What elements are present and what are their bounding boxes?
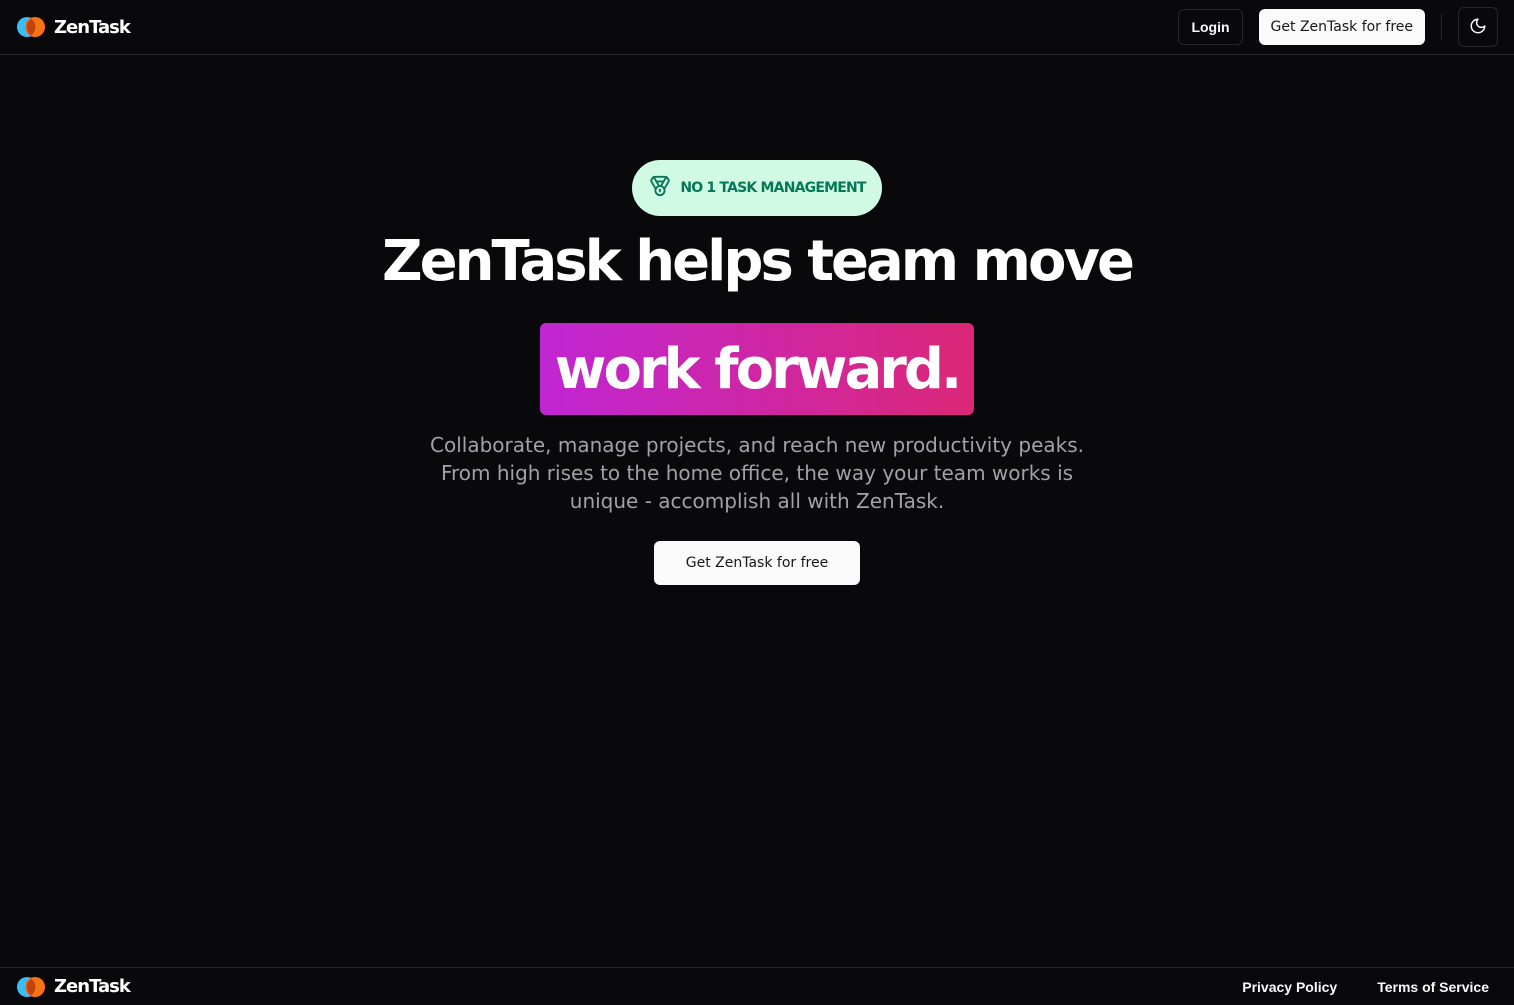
medal-icon bbox=[649, 175, 671, 202]
zentask-logo-icon bbox=[17, 976, 45, 997]
hero-headline: ZenTask helps team move bbox=[382, 229, 1135, 294]
hero-badge: NO 1 TASK MANAGEMENT bbox=[632, 160, 882, 216]
login-button[interactable]: Login bbox=[1178, 9, 1243, 45]
hero-subtitle: Collaborate, manage projects, and reach … bbox=[430, 433, 1084, 513]
privacy-policy-link[interactable]: Privacy Policy bbox=[1242, 979, 1337, 995]
hero-section: NO 1 TASK MANAGEMENT ZenTask helps team … bbox=[0, 55, 1514, 585]
get-zentask-header-button[interactable]: Get ZenTask for free bbox=[1258, 9, 1425, 45]
footer: ZenTask Privacy Policy Terms of Service bbox=[0, 967, 1514, 1005]
badge-text: NO 1 TASK MANAGEMENT bbox=[680, 180, 866, 196]
header-actions: Login Get ZenTask for free bbox=[1178, 7, 1498, 47]
brand-name: ZenTask bbox=[54, 16, 131, 38]
top-navbar: ZenTask Login Get ZenTask for free bbox=[0, 0, 1514, 55]
hero-highlight-box: work forward. bbox=[539, 323, 975, 415]
get-zentask-hero-button[interactable]: Get ZenTask for free bbox=[653, 541, 861, 585]
footer-brand[interactable]: ZenTask bbox=[17, 976, 131, 997]
hero-highlight-text: work forward. bbox=[554, 336, 963, 402]
zentask-logo-icon bbox=[17, 17, 45, 37]
terms-of-service-link[interactable]: Terms of Service bbox=[1377, 979, 1489, 995]
moon-icon bbox=[1469, 17, 1487, 38]
footer-links: Privacy Policy Terms of Service bbox=[1242, 979, 1489, 995]
header-divider bbox=[1441, 14, 1442, 40]
theme-toggle-button[interactable] bbox=[1458, 7, 1498, 47]
footer-brand-name: ZenTask bbox=[54, 976, 131, 997]
brand[interactable]: ZenTask bbox=[17, 16, 131, 38]
